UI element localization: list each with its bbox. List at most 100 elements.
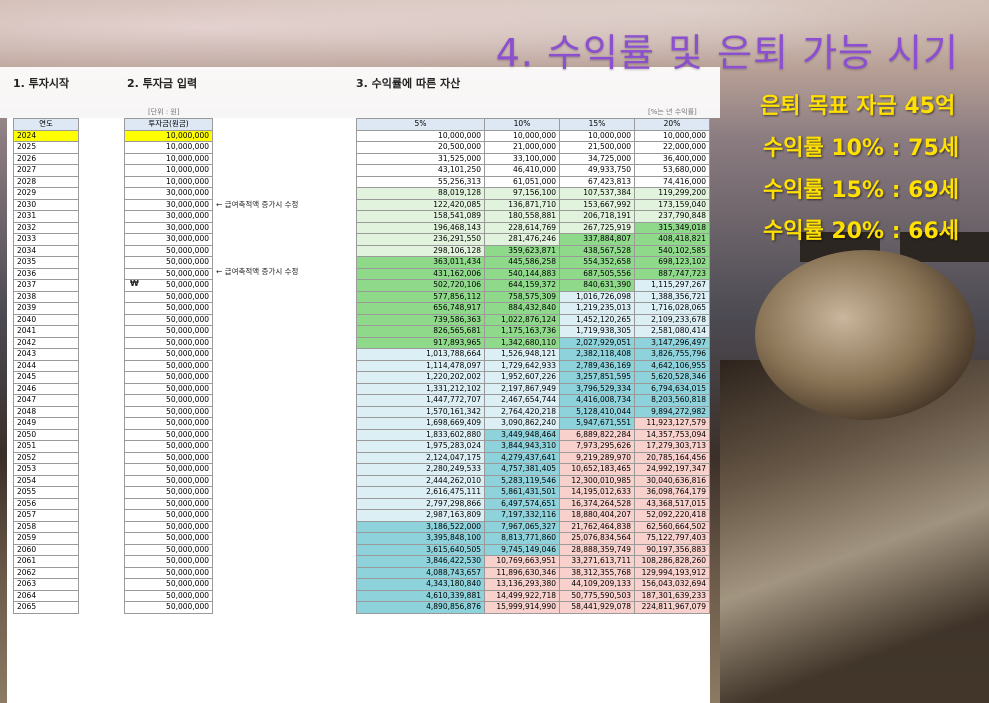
asset-cell-15[interactable]: 2,027,929,051 (559, 336, 635, 349)
asset-cell-10[interactable]: 10,000,000 (484, 129, 560, 142)
asset-cell-15[interactable]: 33,271,613,711 (559, 555, 635, 568)
asset-cell-20[interactable]: 108,286,828,260 (634, 555, 710, 568)
year-cell[interactable]: 2064 (13, 589, 79, 602)
asset-cell-15[interactable]: 438,567,528 (559, 244, 635, 257)
year-cell[interactable]: 2054 (13, 474, 79, 487)
year-cell[interactable]: 2029 (13, 187, 79, 200)
asset-cell-20[interactable]: 36,098,764,179 (634, 486, 710, 499)
year-cell[interactable]: 2045 (13, 371, 79, 384)
year-cell[interactable]: 2040 (13, 313, 79, 326)
asset-cell-5[interactable]: 55,256,313 (356, 175, 485, 188)
asset-cell-10[interactable]: 5,283,119,546 (484, 474, 560, 487)
asset-cell-10[interactable]: 2,467,654,744 (484, 394, 560, 407)
asset-cell-5[interactable]: 4,610,339,881 (356, 589, 485, 602)
asset-cell-10[interactable]: 11,896,630,346 (484, 566, 560, 579)
investment-cell[interactable]: 50,000,000 (124, 451, 213, 464)
asset-cell-10[interactable]: 2,197,867,949 (484, 382, 560, 395)
asset-cell-5[interactable]: 20,500,000 (356, 141, 485, 154)
asset-cell-15[interactable]: 107,537,384 (559, 187, 635, 200)
investment-cell[interactable]: 30,000,000 (124, 210, 213, 223)
asset-cell-15[interactable]: 206,718,191 (559, 210, 635, 223)
year-cell[interactable]: 2038 (13, 290, 79, 303)
investment-cell[interactable]: 50,000,000 (124, 256, 213, 269)
year-cell[interactable]: 2041 (13, 325, 79, 338)
asset-cell-15[interactable]: 21,762,464,838 (559, 520, 635, 533)
year-cell[interactable]: 2028 (13, 175, 79, 188)
asset-cell-15[interactable]: 3,257,851,595 (559, 371, 635, 384)
asset-cell-5[interactable]: 431,162,006 (356, 267, 485, 280)
year-cell[interactable]: 2043 (13, 348, 79, 361)
asset-cell-10[interactable]: 884,432,840 (484, 302, 560, 315)
asset-cell-10[interactable]: 46,410,000 (484, 164, 560, 177)
investment-cell[interactable]: 30,000,000 (124, 198, 213, 211)
asset-cell-10[interactable]: 2,764,420,218 (484, 405, 560, 418)
investment-cell[interactable]: 50,000,000 (124, 371, 213, 384)
asset-cell-10[interactable]: 14,499,922,718 (484, 589, 560, 602)
asset-cell-10[interactable]: 180,558,881 (484, 210, 560, 223)
asset-cell-10[interactable]: 4,279,437,641 (484, 451, 560, 464)
asset-cell-20[interactable]: 408,418,821 (634, 233, 710, 246)
investment-cell[interactable]: 10,000,000 (124, 164, 213, 177)
asset-cell-10[interactable]: 5,861,431,501 (484, 486, 560, 499)
year-cell[interactable]: 2061 (13, 555, 79, 568)
investment-cell[interactable]: 50,000,000 (124, 394, 213, 407)
asset-cell-20[interactable]: 24,992,197,347 (634, 463, 710, 476)
investment-cell[interactable]: 50,000,000 (124, 325, 213, 338)
year-cell[interactable]: 2044 (13, 359, 79, 372)
asset-cell-10[interactable]: 21,000,000 (484, 141, 560, 154)
asset-cell-20[interactable]: 10,000,000 (634, 129, 710, 142)
asset-cell-10[interactable]: 13,136,293,380 (484, 578, 560, 591)
asset-cell-20[interactable]: 237,790,848 (634, 210, 710, 223)
asset-cell-10[interactable]: 1,526,948,121 (484, 348, 560, 361)
asset-cell-20[interactable]: 75,122,797,403 (634, 532, 710, 545)
investment-cell[interactable]: 50,000,000 (124, 486, 213, 499)
investment-cell[interactable]: 50,000,000 (124, 313, 213, 326)
asset-cell-10[interactable]: 15,999,914,990 (484, 601, 560, 614)
asset-cell-10[interactable]: 4,757,381,405 (484, 463, 560, 476)
asset-cell-5[interactable]: 196,468,143 (356, 221, 485, 234)
asset-cell-10[interactable]: 7,967,065,327 (484, 520, 560, 533)
asset-cell-20[interactable]: 1,388,356,721 (634, 290, 710, 303)
investment-cell[interactable]: 10,000,000 (124, 175, 213, 188)
year-cell[interactable]: 2059 (13, 532, 79, 545)
year-cell[interactable]: 2034 (13, 244, 79, 257)
asset-cell-10[interactable]: 1,729,642,933 (484, 359, 560, 372)
investment-cell[interactable]: 50,000,000 (124, 359, 213, 372)
investment-cell[interactable]: 50,000,000 (124, 543, 213, 556)
investment-cell[interactable]: 50,000,000 (124, 532, 213, 545)
asset-cell-20[interactable]: 156,043,032,694 (634, 578, 710, 591)
asset-cell-20[interactable]: 52,092,220,418 (634, 509, 710, 522)
asset-cell-5[interactable]: 2,280,249,533 (356, 463, 485, 476)
asset-cell-15[interactable]: 5,947,671,551 (559, 417, 635, 430)
asset-cell-5[interactable]: 4,890,856,876 (356, 601, 485, 614)
asset-cell-10[interactable]: 6,497,574,651 (484, 497, 560, 510)
year-cell[interactable]: 2033 (13, 233, 79, 246)
asset-cell-5[interactable]: 1,114,478,097 (356, 359, 485, 372)
investment-cell[interactable]: 50,000,000 (124, 520, 213, 533)
year-cell[interactable]: 2027 (13, 164, 79, 177)
asset-cell-20[interactable]: 187,301,639,233 (634, 589, 710, 602)
asset-cell-20[interactable]: 11,923,127,579 (634, 417, 710, 430)
investment-cell[interactable]: 50,000,000 (124, 244, 213, 257)
asset-cell-15[interactable]: 2,789,436,169 (559, 359, 635, 372)
asset-cell-15[interactable]: 3,796,529,334 (559, 382, 635, 395)
asset-cell-20[interactable]: 90,197,356,883 (634, 543, 710, 556)
investment-cell[interactable]: 30,000,000 (124, 187, 213, 200)
asset-cell-10[interactable]: 10,769,663,951 (484, 555, 560, 568)
asset-cell-15[interactable]: 840,631,390 (559, 279, 635, 292)
investment-cell[interactable]: 50,000,000 (124, 302, 213, 315)
asset-cell-15[interactable]: 34,725,000 (559, 152, 635, 165)
asset-cell-10[interactable]: 136,871,710 (484, 198, 560, 211)
asset-cell-20[interactable]: 3,826,755,796 (634, 348, 710, 361)
asset-cell-5[interactable]: 1,975,283,024 (356, 440, 485, 453)
investment-cell[interactable]: 10,000,000 (124, 141, 213, 154)
asset-cell-10[interactable]: 281,476,246 (484, 233, 560, 246)
year-cell[interactable]: 2056 (13, 497, 79, 510)
asset-cell-15[interactable]: 6,889,822,284 (559, 428, 635, 441)
asset-cell-5[interactable]: 4,343,180,840 (356, 578, 485, 591)
asset-cell-5[interactable]: 43,101,250 (356, 164, 485, 177)
asset-cell-10[interactable]: 3,844,943,310 (484, 440, 560, 453)
year-cell[interactable]: 2031 (13, 210, 79, 223)
year-cell[interactable]: 2060 (13, 543, 79, 556)
asset-cell-10[interactable]: 758,575,309 (484, 290, 560, 303)
